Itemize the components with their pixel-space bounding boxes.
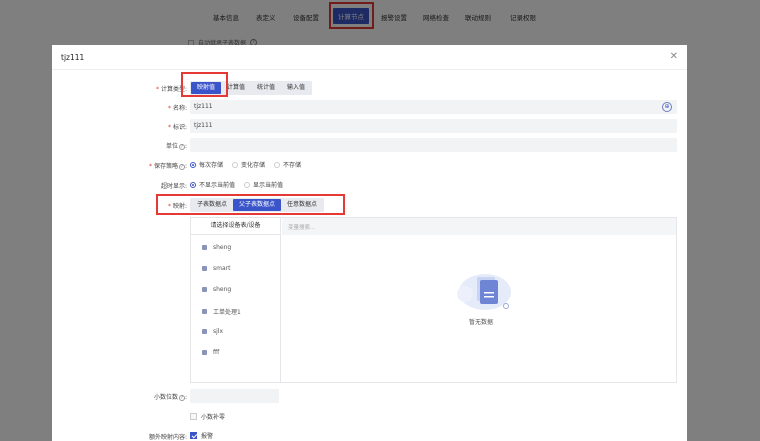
highlight-box-calc-type xyxy=(181,72,228,97)
device-list: 请选择设备表/设备 sheng smart sheng 工单处理1 sjlx f… xyxy=(191,218,281,382)
name-label: * 名称: xyxy=(167,105,187,112)
name-input[interactable]: tjz111 xyxy=(190,100,677,114)
device-item[interactable]: sheng xyxy=(202,286,231,293)
timeout-row: 超时显示: 不显示当前值 显示当前值 xyxy=(52,178,687,192)
calc-type-option-stat[interactable]: 统计值 xyxy=(251,82,281,94)
help-icon: ? xyxy=(178,164,185,170)
extra-label: 额外映射内容: xyxy=(148,434,187,441)
dialog-title: tjz111 xyxy=(61,53,85,62)
variable-search-input[interactable]: 变量搜索... xyxy=(282,218,676,235)
decimals-input[interactable] xyxy=(190,389,279,403)
device-item[interactable]: sjlx xyxy=(202,328,223,335)
save-policy-radios: 每次存储 变化存储 不存储 xyxy=(190,160,301,169)
save-policy-label: * 保存策略?: xyxy=(148,163,187,170)
ident-input[interactable]: tjz111 xyxy=(190,119,677,133)
help-icon: ? xyxy=(178,144,185,150)
timeout-radios: 不显示当前值 显示当前值 xyxy=(190,180,283,189)
radio-icon xyxy=(232,161,239,168)
device-item[interactable]: fff xyxy=(202,349,219,356)
extra-alarm-label: 报警 xyxy=(201,433,214,440)
unit-label: 单位?: xyxy=(165,143,187,150)
ident-label: * 标识: xyxy=(167,124,187,131)
close-icon[interactable]: ✕ xyxy=(670,51,678,62)
pad-zero-checkbox[interactable]: 小数补零 xyxy=(190,412,225,421)
decimals-label: 小数位数?: xyxy=(153,394,187,401)
empty-text: 暂无数据 xyxy=(468,319,493,326)
checkbox-icon xyxy=(190,413,197,420)
pad-zero-row: 小数补零 xyxy=(52,410,687,424)
calc-type-row: * 计算类型: 映射值 计算值 统计值 输入值 xyxy=(52,81,687,95)
extra-row: 额外映射内容: 报警 xyxy=(52,429,687,441)
save-policy-option-change[interactable]: 变化存储 xyxy=(232,160,265,169)
help-icon: ? xyxy=(178,395,185,401)
dialog-header: tjz111 ✕ xyxy=(52,45,687,70)
device-icon xyxy=(202,350,207,355)
decimals-row: 小数位数?: xyxy=(52,389,687,403)
save-policy-option-each[interactable]: 每次存储 xyxy=(190,160,223,169)
radio-checked-icon xyxy=(190,181,196,188)
device-list-header: 请选择设备表/设备 xyxy=(191,218,280,235)
extra-alarm-checkbox[interactable]: 报警 xyxy=(190,431,213,440)
radio-icon xyxy=(244,181,251,188)
empty-illustration-icon xyxy=(453,268,513,312)
checkbox-checked-icon xyxy=(190,432,197,439)
device-item[interactable]: smart xyxy=(202,265,230,272)
device-icon xyxy=(202,266,207,271)
device-icon xyxy=(202,329,207,334)
unit-row: 单位?: xyxy=(52,138,687,152)
device-item[interactable]: sheng xyxy=(202,244,231,251)
pad-zero-label: 小数补零 xyxy=(201,414,226,421)
timeout-option-show[interactable]: 显示当前值 xyxy=(244,180,283,189)
device-item[interactable]: 工单处理1 xyxy=(202,307,241,316)
ident-row: * 标识: tjz111 xyxy=(52,119,687,133)
mapping-row: * 映射: 子表数据点 父子表数据点 任意数据点 xyxy=(52,198,687,212)
unit-input[interactable] xyxy=(190,138,677,152)
calc-node-dialog: tjz111 ✕ * 计算类型: 映射值 计算值 统计值 输入值 * 名称: tjz… xyxy=(52,45,687,441)
highlight-box-mapping xyxy=(156,194,345,215)
timeout-label: 超时显示: xyxy=(160,183,187,190)
mapping-panel: 请选择设备表/设备 sheng smart sheng 工单处理1 sjlx f… xyxy=(190,217,677,383)
name-row: * 名称: tjz111 ⊕ xyxy=(52,100,687,114)
save-policy-row: * 保存策略?: 每次存储 变化存储 不存储 xyxy=(52,158,687,172)
radio-icon xyxy=(274,161,281,168)
device-icon xyxy=(202,287,207,292)
save-policy-option-none[interactable]: 不存储 xyxy=(274,160,301,169)
globe-icon[interactable]: ⊕ xyxy=(662,102,672,112)
device-icon xyxy=(202,309,207,314)
device-icon xyxy=(202,245,207,250)
calc-type-option-input[interactable]: 输入值 xyxy=(281,82,311,94)
radio-checked-icon xyxy=(190,161,196,168)
timeout-option-hide[interactable]: 不显示当前值 xyxy=(190,180,235,189)
